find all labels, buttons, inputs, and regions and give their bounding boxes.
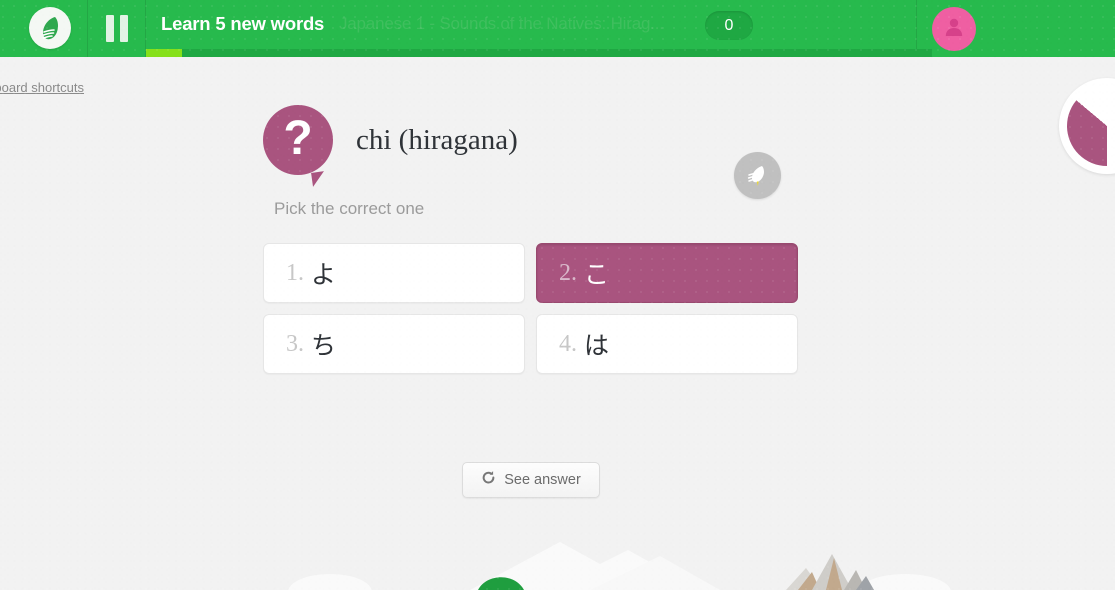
answer-number: 3. bbox=[286, 330, 304, 357]
answer-number: 4. bbox=[559, 330, 577, 357]
answer-kana: よ bbox=[311, 261, 337, 289]
answer-option-4[interactable]: 4. は bbox=[536, 314, 798, 374]
lesson-progress-bar bbox=[146, 49, 932, 57]
answer-number: 1. bbox=[286, 259, 304, 286]
user-avatar-button[interactable] bbox=[932, 7, 976, 51]
answer-option-3[interactable]: 3. ち bbox=[263, 314, 525, 374]
memrise-quill-logo-icon bbox=[35, 13, 65, 43]
question-mark-bubble-icon: ? bbox=[263, 105, 333, 175]
course-title: Japanese 1 - Sounds of the Natives: Hira… bbox=[339, 14, 664, 33]
answer-options-grid: 1. よ 2. こ 3. ち 4. は bbox=[263, 243, 798, 374]
see-answer-button[interactable]: See answer bbox=[462, 462, 600, 498]
instruction-text: Pick the correct one bbox=[274, 199, 425, 218]
score-badge[interactable]: 0 bbox=[705, 11, 753, 40]
question-prompt-text: chi (hiragana) bbox=[356, 123, 518, 156]
user-avatar-icon bbox=[942, 15, 966, 44]
answer-option-1[interactable]: 1. よ bbox=[263, 243, 525, 303]
answer-option-2[interactable]: 2. こ bbox=[536, 243, 798, 303]
pause-icon-bar-right bbox=[119, 15, 128, 42]
answer-number: 2. bbox=[559, 259, 577, 286]
lesson-title: Learn 5 new words bbox=[161, 13, 325, 34]
pie-slice bbox=[1067, 86, 1115, 166]
answer-kana: こ bbox=[584, 261, 610, 289]
lesson-progress-fill bbox=[146, 49, 182, 57]
pause-icon-bar-left bbox=[105, 15, 114, 42]
refresh-icon bbox=[481, 470, 496, 490]
quill-pen-icon[interactable] bbox=[734, 152, 781, 199]
app-logo-button[interactable] bbox=[29, 7, 71, 49]
answer-kana: ち bbox=[311, 332, 337, 360]
question-row: ? chi (hiragana) bbox=[263, 105, 518, 175]
see-answer-label: See answer bbox=[504, 472, 581, 488]
keyboard-shortcuts-link[interactable]: Keyboard shortcuts bbox=[0, 80, 84, 95]
answer-kana: は bbox=[584, 332, 610, 360]
quiz-panel: ? chi (hiragana) Pick the correct one 1.… bbox=[0, 57, 1115, 590]
pause-button[interactable] bbox=[88, 0, 145, 57]
question-mark-glyph: ? bbox=[283, 111, 313, 165]
